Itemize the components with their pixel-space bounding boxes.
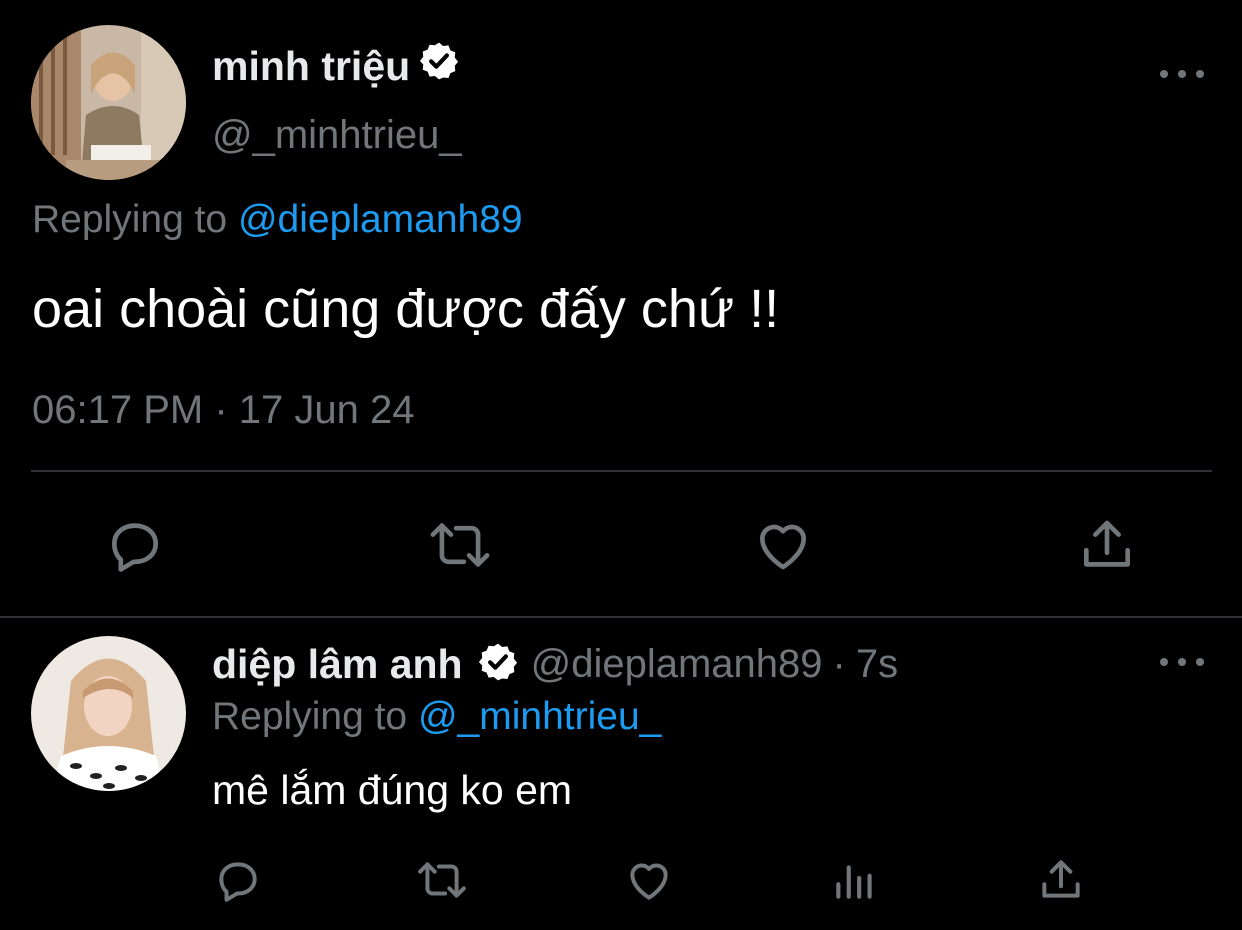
dot [1160,70,1168,78]
tweet-text: mê lắm đúng ko em [212,767,573,813]
dot [1160,658,1168,666]
dot [1196,658,1204,666]
reply-icon[interactable] [213,855,263,910]
replying-to: Replying to @_minhtrieu_ [212,695,661,739]
replying-to-mention[interactable]: @_minhtrieu_ [418,695,661,738]
author-handle[interactable]: @dieplamanh89 [531,642,823,687]
share-icon[interactable] [1036,855,1086,910]
tweet-timestamp[interactable]: 06:17 PM · 17 Jun 24 [32,388,414,433]
tweet-thread: minh triệu @_minhtrieu_ Replying to @die… [0,0,1242,930]
avatar[interactable] [31,636,186,791]
author-name[interactable]: diệp lâm anh [212,641,463,688]
dot [1178,658,1186,666]
replying-to: Replying to @dieplamanh89 [32,198,523,242]
share-icon[interactable] [1076,514,1138,581]
separator-dot: · [832,642,846,686]
reply-icon[interactable] [104,514,166,581]
replying-to-prefix: Replying to [212,695,408,738]
author-name-text: minh triệu [212,42,411,89]
reply-header: diệp lâm anh @dieplamanh89 · 7s [212,641,898,688]
author-handle[interactable]: @_minhtrieu_ [212,113,462,158]
verified-badge-icon [418,40,460,92]
more-options-icon[interactable] [1160,64,1204,84]
divider [31,470,1212,472]
tweet-text: oai choài cũng được đấy chứ !! [32,279,780,339]
replying-to-mention[interactable]: @dieplamanh89 [238,198,523,241]
dot [1178,70,1186,78]
divider [0,616,1242,618]
dot [1196,70,1204,78]
verified-badge-icon [477,641,519,688]
main-tweet: minh triệu @_minhtrieu_ Replying to @die… [0,0,1242,616]
analytics-icon[interactable] [830,855,880,910]
replying-to-prefix: Replying to [32,198,228,241]
retweet-icon[interactable] [414,855,470,910]
tweet-time[interactable]: 7s [856,642,898,687]
like-icon[interactable] [624,855,674,910]
retweet-icon[interactable] [426,514,494,581]
avatar[interactable] [31,25,186,180]
author-name[interactable]: minh triệu [212,40,460,92]
like-icon[interactable] [752,514,814,581]
more-options-icon[interactable] [1160,652,1204,672]
